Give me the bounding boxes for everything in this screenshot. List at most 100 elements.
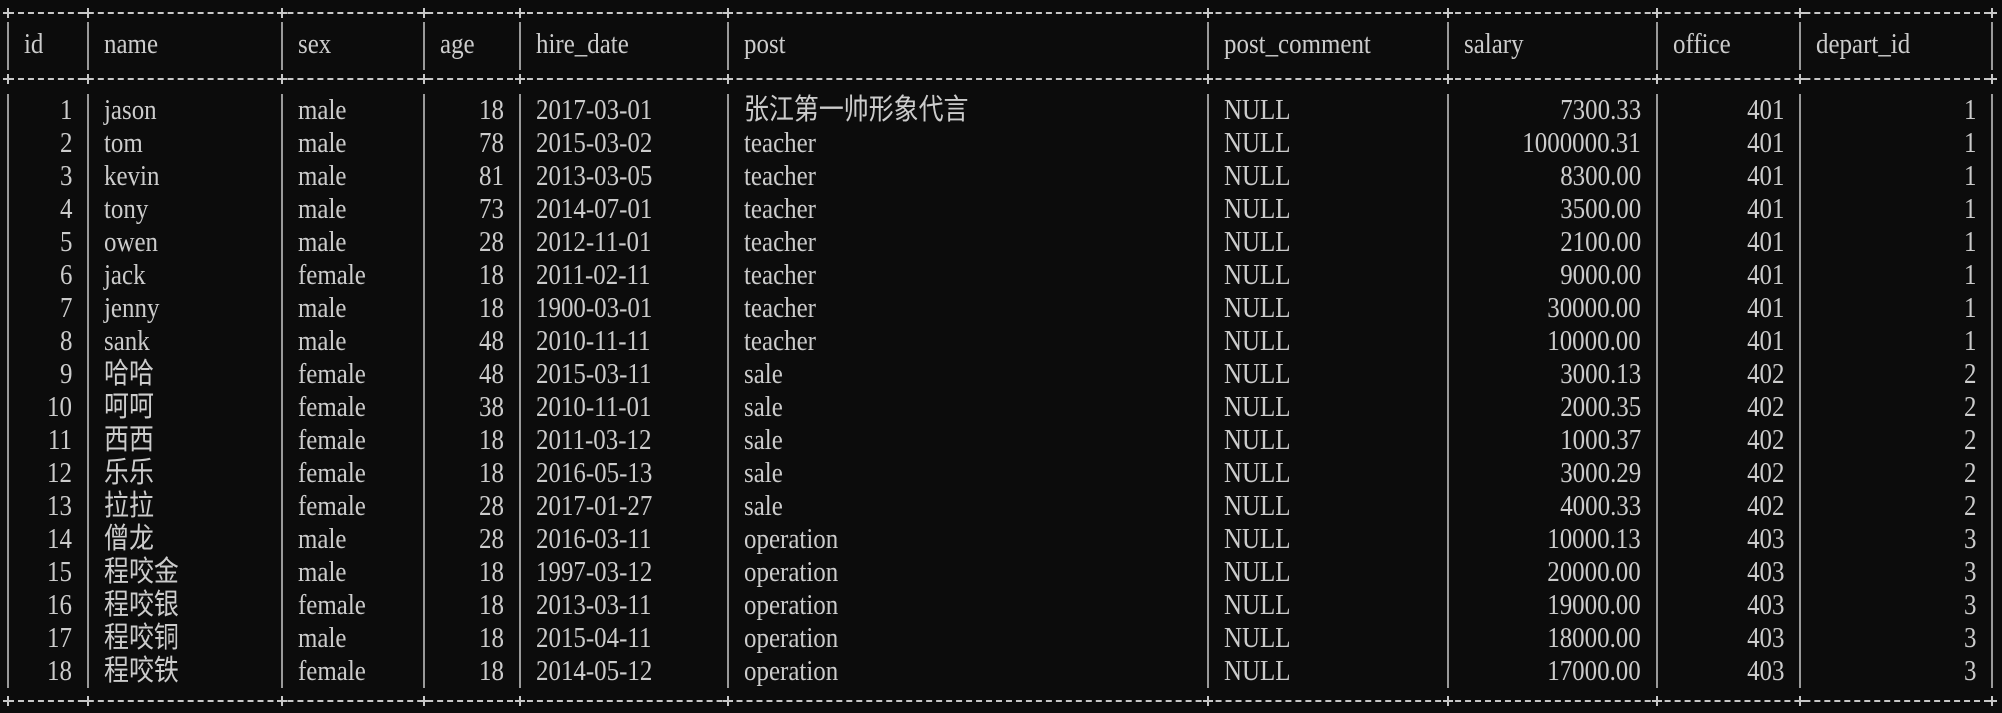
cell-sex: female (298, 358, 366, 390)
cell-sex: male (298, 523, 347, 555)
cell-salary: 2000.35 (1559, 391, 1641, 423)
cell-post-comment: NULL (1224, 622, 1291, 654)
cell-depart-id: 3 (1963, 556, 1976, 588)
cell-hire-date: 2017-03-01 (536, 94, 653, 126)
cell-hire-date: 2012-11-01 (536, 226, 652, 258)
cell-office: 403 (1746, 556, 1784, 588)
border-joint (1795, 74, 1805, 84)
border-joint (515, 696, 525, 706)
cell-name: jack (104, 259, 146, 291)
cell-post-comment: NULL (1224, 589, 1291, 621)
cell-salary: 3000.13 (1559, 358, 1641, 390)
border-joint (723, 8, 733, 18)
cell-post-comment: NULL (1224, 127, 1291, 159)
column-header-age: age (440, 28, 475, 60)
cell-sex: male (298, 226, 347, 258)
cell-office: 403 (1746, 523, 1784, 555)
cell-sex: male (298, 325, 347, 357)
cell-post: sale (744, 424, 783, 456)
border-joint (1443, 8, 1453, 18)
cell-sex: male (298, 622, 347, 654)
cell-hire-date: 2010-11-01 (536, 391, 652, 423)
cell-office: 403 (1746, 622, 1784, 654)
cell-depart-id: 2 (1963, 457, 1976, 489)
border-joint (1203, 74, 1213, 84)
cell-name: 乐乐 (104, 457, 154, 489)
cell-sex: female (298, 490, 366, 522)
border-joint (1987, 8, 1997, 18)
cell-name: 程咬银 (104, 589, 179, 621)
cell-age: 28 (479, 226, 504, 258)
cell-post: 张江第一帅形象代言 (744, 94, 969, 126)
cell-depart-id: 1 (1963, 292, 1976, 324)
column-divider (1447, 94, 1449, 688)
cell-name: tony (104, 193, 149, 225)
cell-office: 401 (1746, 325, 1784, 357)
cell-depart-id: 1 (1963, 193, 1976, 225)
column-divider (727, 22, 729, 70)
cell-name: kevin (104, 160, 160, 192)
cell-id: 9 (59, 358, 72, 390)
cell-hire-date: 2014-07-01 (536, 193, 653, 225)
cell-salary: 3500.00 (1559, 193, 1641, 225)
cell-depart-id: 2 (1963, 490, 1976, 522)
cell-post: operation (744, 589, 839, 621)
cell-post: operation (744, 523, 839, 555)
cell-salary: 1000.37 (1559, 424, 1641, 456)
border-joint (277, 8, 287, 18)
cell-name: tom (104, 127, 143, 159)
border-joint (1443, 74, 1453, 84)
cell-post: sale (744, 490, 783, 522)
cell-name: sank (104, 325, 150, 357)
cell-salary: 10000.00 (1547, 325, 1641, 357)
cell-salary: 4000.33 (1559, 490, 1641, 522)
column-divider (1991, 94, 1993, 688)
cell-depart-id: 2 (1963, 391, 1976, 423)
column-header-depart-id: depart_id (1816, 28, 1911, 60)
cell-id: 18 (47, 655, 72, 687)
cell-age: 18 (479, 424, 504, 456)
cell-post: sale (744, 358, 783, 390)
border-joint (723, 74, 733, 84)
cell-age: 73 (479, 193, 504, 225)
column-divider (1447, 22, 1449, 70)
cell-depart-id: 1 (1963, 226, 1976, 258)
cell-post-comment: NULL (1224, 160, 1291, 192)
cell-id: 6 (59, 259, 72, 291)
column-divider (1799, 22, 1801, 70)
cell-post-comment: NULL (1224, 655, 1291, 687)
border-joint (515, 8, 525, 18)
cell-id: 3 (59, 160, 72, 192)
cell-id: 7 (59, 292, 72, 324)
cell-post-comment: NULL (1224, 259, 1291, 291)
border-joint (83, 696, 93, 706)
cell-salary: 20000.00 (1547, 556, 1641, 588)
cell-hire-date: 1997-03-12 (536, 556, 653, 588)
cell-post: teacher (744, 226, 816, 258)
cell-salary: 7300.33 (1559, 94, 1641, 126)
cell-hire-date: 2015-03-02 (536, 127, 653, 159)
border-joint (277, 696, 287, 706)
cell-post-comment: NULL (1224, 556, 1291, 588)
border-joint (277, 74, 287, 84)
cell-depart-id: 3 (1963, 622, 1976, 654)
cell-name: 西西 (104, 424, 154, 456)
cell-age: 28 (479, 490, 504, 522)
border-joint (419, 8, 429, 18)
cell-sex: female (298, 424, 366, 456)
column-divider (1656, 22, 1658, 70)
cell-age: 38 (479, 391, 504, 423)
cell-sex: male (298, 127, 347, 159)
cell-office: 401 (1746, 226, 1784, 258)
border-joint (83, 74, 93, 84)
cell-name: jason (104, 94, 157, 126)
cell-office: 402 (1746, 490, 1784, 522)
cell-depart-id: 3 (1963, 589, 1976, 621)
cell-id: 1 (59, 94, 72, 126)
column-header-sex: sex (298, 28, 332, 60)
cell-salary: 3000.29 (1559, 457, 1641, 489)
cell-post: teacher (744, 193, 816, 225)
table-border-line (8, 700, 1990, 702)
cell-salary: 18000.00 (1547, 622, 1641, 654)
column-divider (87, 22, 89, 70)
